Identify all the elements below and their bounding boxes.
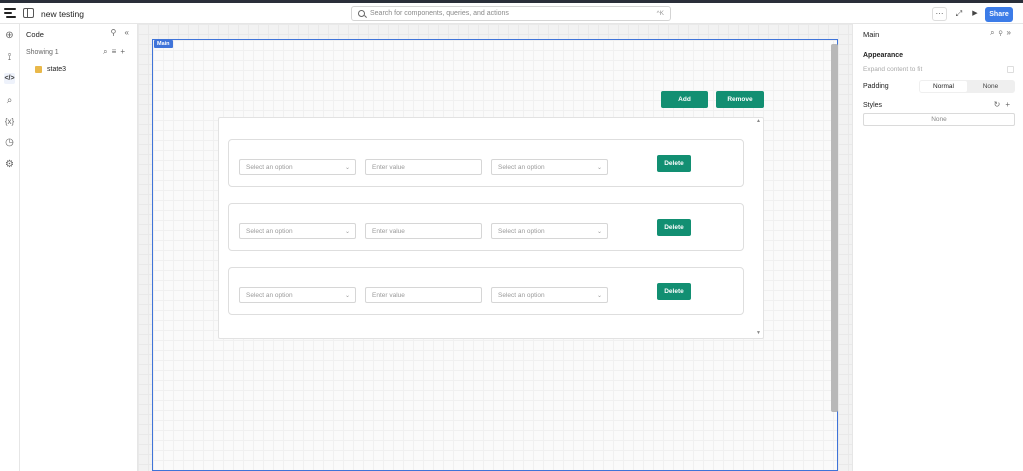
layout-icon[interactable] <box>23 8 34 18</box>
styles-actions: ↻+ <box>994 100 1015 109</box>
delete-button[interactable]: Delete <box>657 283 691 300</box>
input-placeholder: Enter value <box>372 164 405 171</box>
input-placeholder: Enter value <box>372 228 405 235</box>
settings-icon[interactable]: ⚙ <box>4 159 15 170</box>
inspector-title: Main <box>863 30 880 39</box>
top-bar: new testing Search for components, queri… <box>0 3 1023 24</box>
select-placeholder: Select an option <box>498 228 545 235</box>
value-input[interactable]: Enter value <box>365 287 482 303</box>
tree-icon[interactable]: ⟟ <box>4 52 15 63</box>
inspector-panel: Main ⌕⚲» Appearance Expand content to fi… <box>852 24 1023 471</box>
chevron-down-icon: ⌄ <box>596 293 602 299</box>
select-field-2[interactable]: Select an option ⌄ <box>491 223 608 239</box>
search-panel-icon[interactable]: ⌕ <box>4 95 15 106</box>
add-component-icon[interactable]: ⊕ <box>4 30 15 41</box>
canvas-scrollbar[interactable] <box>831 44 838 412</box>
padding-label: Padding <box>863 83 889 90</box>
inspector-header-actions: ⌕⚲» <box>990 28 1015 38</box>
reset-icon[interactable]: ↻ <box>994 100 1006 109</box>
expand-content-label: Expand content to fit <box>863 66 923 73</box>
select-placeholder: Select an option <box>498 292 545 299</box>
expand-icon[interactable]: ⤢ <box>952 7 966 21</box>
search-icon <box>358 10 365 17</box>
play-icon[interactable]: ▶ <box>969 7 981 21</box>
padding-toggle: Normal None <box>919 80 1015 93</box>
chevron-down-icon: ⌄ <box>344 165 350 171</box>
chevron-down-icon: ⌄ <box>596 165 602 171</box>
scroll-down-arrow[interactable]: ▼ <box>756 330 761 336</box>
variables-icon[interactable]: {x} <box>4 116 15 127</box>
select-placeholder: Select an option <box>498 164 545 171</box>
select-field-1[interactable]: Select an option ⌄ <box>239 159 356 175</box>
chevron-down-icon: ⌄ <box>344 293 350 299</box>
padding-option-normal[interactable]: Normal <box>920 81 967 92</box>
code-panel: Code ⚲ « Showing 1 ⌕≡+ state3 <box>20 24 138 471</box>
add-button[interactable]: Add <box>661 91 708 108</box>
select-field-1[interactable]: Select an option ⌄ <box>239 223 356 239</box>
remove-button[interactable]: Remove <box>716 91 764 108</box>
search-placeholder: Search for components, queries, and acti… <box>370 10 509 17</box>
add-icon[interactable]: + <box>120 47 129 56</box>
input-placeholder: Enter value <box>372 292 405 299</box>
pin-icon[interactable]: ⚲ <box>110 28 116 37</box>
panel-header-actions: ⚲ « <box>110 28 129 37</box>
showing-count: Showing 1 <box>26 49 59 56</box>
select-field-2[interactable]: Select an option ⌄ <box>491 287 608 303</box>
styles-select[interactable]: None <box>863 113 1015 126</box>
history-icon[interactable]: ◷ <box>4 137 15 148</box>
chevron-down-icon: ⌄ <box>344 229 350 235</box>
expand-panel-icon[interactable]: » <box>1007 28 1015 37</box>
collapse-icon[interactable]: « <box>125 28 129 37</box>
search-shortcut: ^K <box>656 10 664 17</box>
code-panel-title: Code <box>26 30 44 39</box>
select-placeholder: Select an option <box>246 228 293 235</box>
more-options-button[interactable]: ··· <box>932 7 947 21</box>
code-list-actions: ⌕≡+ <box>103 47 129 57</box>
value-input[interactable]: Enter value <box>365 223 482 239</box>
delete-button[interactable]: Delete <box>657 219 691 236</box>
padding-option-none[interactable]: None <box>967 81 1014 92</box>
logo-icon[interactable] <box>4 8 16 18</box>
styles-label: Styles <box>863 102 883 109</box>
share-button[interactable]: Share <box>985 7 1013 22</box>
icon-rail: ⊕ ⟟ </> ⌕ {x} ◷ ⚙ <box>0 24 20 471</box>
state-icon <box>35 66 42 73</box>
select-placeholder: Select an option <box>246 164 293 171</box>
search-icon[interactable]: ⌕ <box>103 47 111 56</box>
select-placeholder: Select an option <box>246 292 293 299</box>
app-title[interactable]: new testing <box>41 9 84 19</box>
select-field-2[interactable]: Select an option ⌄ <box>491 159 608 175</box>
main-frame-tag[interactable]: Main <box>154 40 173 48</box>
value-input[interactable]: Enter value <box>365 159 482 175</box>
expand-content-checkbox[interactable] <box>1007 66 1014 73</box>
delete-button[interactable]: Delete <box>657 155 691 172</box>
code-icon[interactable]: </> <box>4 73 15 84</box>
chevron-down-icon: ⌄ <box>596 229 602 235</box>
add-icon[interactable]: + <box>1005 100 1015 109</box>
pin-icon[interactable]: ⚲ <box>999 28 1007 37</box>
scroll-up-arrow[interactable]: ▲ <box>756 118 761 124</box>
state-item-label: state3 <box>47 66 67 73</box>
search-bar[interactable]: Search for components, queries, and acti… <box>351 6 671 21</box>
select-field-1[interactable]: Select an option ⌄ <box>239 287 356 303</box>
search-icon[interactable]: ⌕ <box>990 28 998 37</box>
appearance-heading: Appearance <box>863 52 904 59</box>
